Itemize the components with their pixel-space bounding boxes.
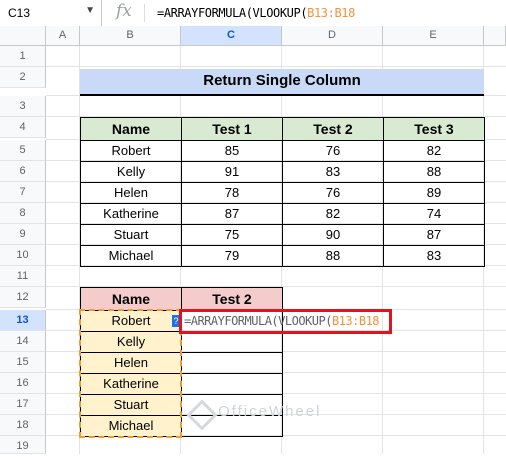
table-cell[interactable]: Michael [80, 245, 182, 267]
table-cell[interactable]: 89 [383, 182, 485, 204]
row-header-10[interactable]: 10 [0, 245, 46, 266]
column-header-b[interactable]: B [80, 26, 181, 46]
table-cell[interactable]: 82 [383, 140, 485, 162]
table-cell[interactable]: 78 [181, 182, 283, 204]
divider [144, 4, 145, 22]
table-cell[interactable]: 87 [383, 224, 485, 246]
row-header-8[interactable]: 8 [0, 203, 46, 224]
fx-icon: fx [116, 1, 132, 21]
select-all-corner[interactable] [0, 26, 46, 46]
table-cell[interactable]: 85 [181, 140, 283, 162]
table-cell[interactable]: Stuart [80, 224, 182, 246]
row-header-12[interactable]: 12 [0, 287, 46, 308]
table-cell[interactable]: 88 [282, 245, 384, 267]
formula-input[interactable]: =ARRAYFORMULA(VLOOKUP(B13:B18 [157, 6, 355, 20]
table-cell[interactable]: 75 [181, 224, 283, 246]
formula-prefix: =ARRAYFORMULA(VLOOKUP( [157, 6, 308, 20]
row-header-6[interactable]: 6 [0, 161, 46, 182]
column-header-a[interactable]: A [46, 26, 80, 46]
row-header-18[interactable]: 18 [0, 415, 46, 436]
table-cell[interactable]: 76 [282, 182, 384, 204]
table-cell[interactable]: Katherine [80, 373, 182, 395]
watermark-text: OfficeWheel [218, 403, 322, 420]
column-header-e[interactable]: E [383, 26, 484, 46]
table-cell[interactable]: Robert [80, 140, 182, 162]
row-header-5[interactable]: 5 [0, 140, 46, 161]
table-cell[interactable]: Stuart [80, 394, 182, 416]
in-cell-formula-prefix: =ARRAYFORMULA(VLOOKUP( [184, 314, 332, 328]
row-header-16[interactable]: 16 [0, 373, 46, 394]
row-header-14[interactable]: 14 [0, 331, 46, 352]
table-cell[interactable]: 91 [181, 161, 283, 183]
row-header-2[interactable]: 2 [0, 67, 46, 88]
table-cell[interactable]: 87 [181, 203, 283, 225]
table-cell[interactable]: Helen [80, 182, 182, 204]
row-header-13[interactable]: 13 [0, 310, 46, 331]
table1-header-name[interactable]: Name [80, 117, 182, 141]
table1-header-test2[interactable]: Test 2 [282, 117, 384, 141]
table-cell[interactable]: 90 [282, 224, 384, 246]
table-cell[interactable]: Michael [80, 415, 182, 437]
table-cell[interactable]: Kelly [80, 161, 182, 183]
row-header-11[interactable]: 11 [0, 266, 46, 287]
table-cell[interactable]: Robert [80, 310, 182, 332]
table2-header-test2[interactable]: Test 2 [181, 287, 283, 311]
row-header-19[interactable]: 19 [0, 436, 46, 454]
table-cell[interactable]: 79 [181, 245, 283, 267]
table-cell[interactable]: 76 [282, 140, 384, 162]
in-cell-formula-range: B13:B18 [331, 314, 380, 328]
row-header-4[interactable]: 4 [0, 117, 46, 138]
table-cell[interactable]: 74 [383, 203, 485, 225]
row-header-9[interactable]: 9 [0, 224, 46, 245]
table-cell[interactable]: 82 [282, 203, 384, 225]
column-header-c[interactable]: C [181, 26, 282, 46]
column-header-d[interactable]: D [282, 26, 383, 46]
row-header-3[interactable]: 3 [0, 96, 46, 117]
table-cell[interactable] [181, 331, 283, 353]
chevron-down-icon[interactable]: ▼ [85, 5, 95, 16]
cell-reference: C13 [8, 6, 31, 20]
row-header-17[interactable]: 17 [0, 394, 46, 415]
row-header-15[interactable]: 15 [0, 352, 46, 373]
table1-header-test1[interactable]: Test 1 [181, 117, 283, 141]
table-cell[interactable]: 88 [383, 161, 485, 183]
table-cell[interactable]: Kelly [80, 331, 182, 353]
in-cell-formula[interactable]: =ARRAYFORMULA(VLOOKUP(B13:B18 [184, 314, 380, 328]
name-box[interactable]: C13 ▼ [0, 0, 102, 26]
table1-header-test3[interactable]: Test 3 [383, 117, 485, 141]
sheet-title[interactable]: Return Single Column [80, 69, 484, 96]
table-cell[interactable] [181, 352, 283, 374]
table-cell[interactable]: Helen [80, 352, 182, 374]
table-cell[interactable]: Katherine [80, 203, 182, 225]
row-header-7[interactable]: 7 [0, 182, 46, 203]
column-header-next[interactable] [484, 26, 506, 46]
table-cell[interactable]: 83 [383, 245, 485, 267]
table-cell[interactable] [181, 373, 283, 395]
table2-header-name[interactable]: Name [80, 287, 182, 311]
table-cell[interactable]: 83 [282, 161, 384, 183]
formula-range: B13:B18 [307, 6, 355, 20]
row-header-1[interactable]: 1 [0, 46, 46, 67]
formula-bar: C13 ▼ fx =ARRAYFORMULA(VLOOKUP(B13:B18 [0, 0, 506, 27]
